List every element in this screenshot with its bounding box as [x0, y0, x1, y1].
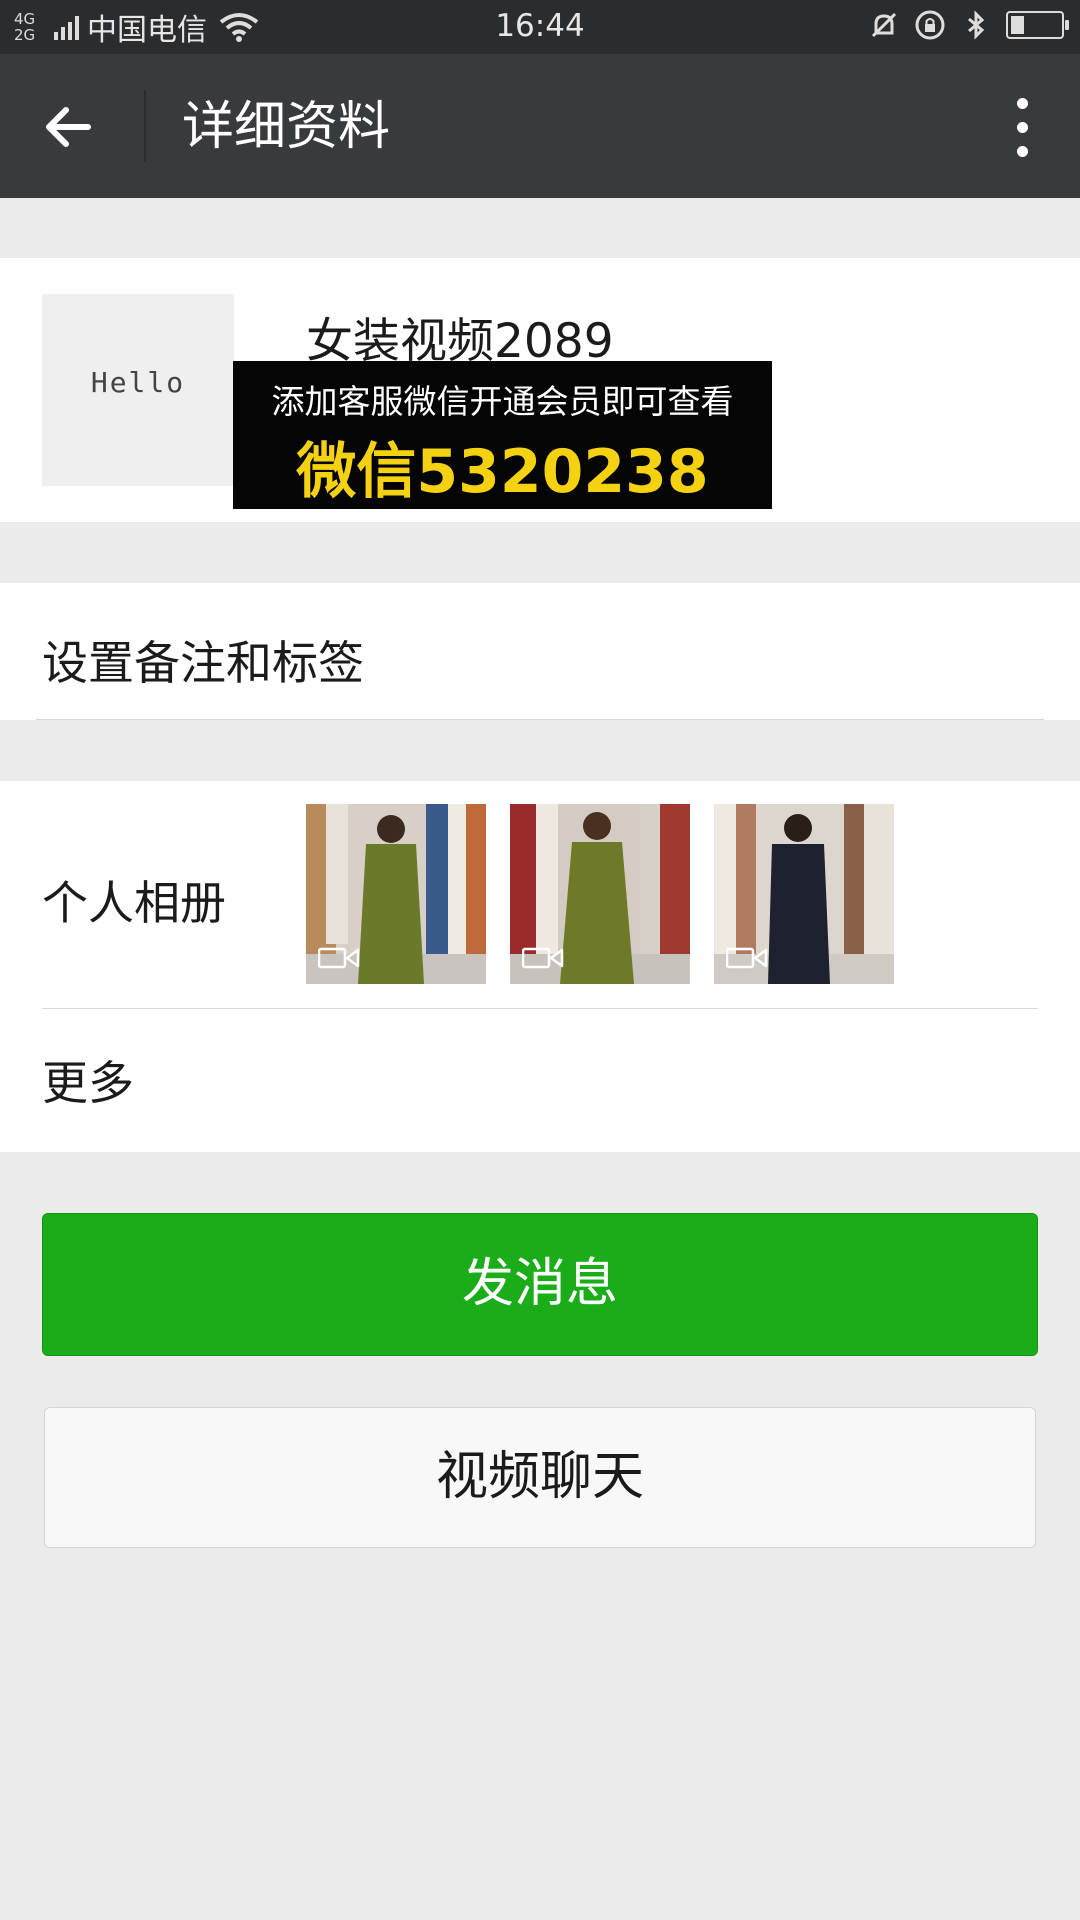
- row-divider: [36, 719, 1044, 720]
- avatar-text: Hello: [90, 366, 186, 399]
- album-section: 个人相册 更多: [0, 781, 1080, 1152]
- page-title: 详细资料: [182, 97, 391, 157]
- rotation-lock-icon: [915, 10, 945, 40]
- album-thumbnail[interactable]: [510, 804, 690, 984]
- status-bar: 4G 2G 中国电信 16:44: [0, 0, 1080, 54]
- video-chat-button[interactable]: 视频聊天: [44, 1407, 1036, 1548]
- promo-overlay: 添加客服微信开通会员即可查看 微信5320238: [233, 361, 772, 509]
- promo-line-1: 添加客服微信开通会员即可查看: [271, 382, 734, 421]
- profile-card: Hello 女装视频2089 添加客服微信开通会员即可查看 微信5320238: [0, 258, 1080, 522]
- video-camera-icon: [726, 947, 768, 969]
- battery-icon: [1006, 11, 1069, 39]
- nav-divider: [144, 90, 146, 162]
- bluetooth-icon: [968, 10, 985, 40]
- remark-tags-row[interactable]: 设置备注和标签: [0, 583, 1080, 720]
- promo-line-2: 微信5320238: [296, 437, 709, 507]
- more-vertical-icon[interactable]: [1006, 92, 1038, 162]
- arrow-left-icon[interactable]: [40, 98, 98, 156]
- send-message-button[interactable]: 发消息: [42, 1213, 1038, 1356]
- remark-tags-label: 设置备注和标签: [42, 636, 364, 690]
- nav-bar: 详细资料: [0, 54, 1080, 198]
- silent-bell-icon: [871, 12, 897, 38]
- album-thumbnail[interactable]: [714, 804, 894, 984]
- album-thumbnail[interactable]: [306, 804, 486, 984]
- album-label: 个人相册: [42, 876, 226, 930]
- more-row[interactable]: 更多: [42, 1047, 134, 1113]
- status-right: [868, 9, 1069, 41]
- video-camera-icon: [522, 947, 564, 969]
- avatar[interactable]: Hello: [42, 294, 234, 486]
- video-camera-icon: [318, 947, 360, 969]
- row-divider: [42, 1008, 1038, 1009]
